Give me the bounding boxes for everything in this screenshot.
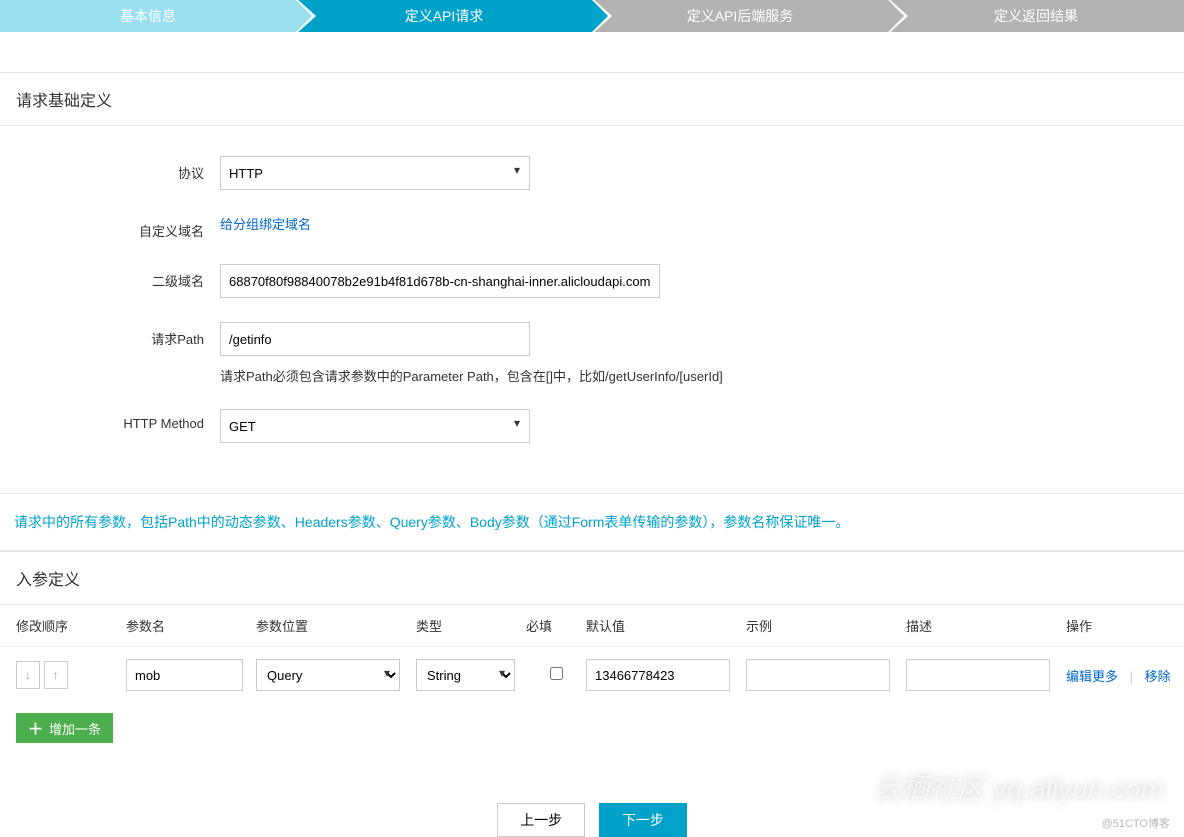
col-position: 参数位置 — [256, 616, 416, 635]
plus-icon: ＋ — [28, 718, 43, 739]
col-name: 参数名 — [126, 616, 256, 635]
watermark-main: 云栖社区 yq.aliyun.com — [873, 767, 1164, 807]
step-label: 基本信息 — [0, 0, 296, 32]
bind-domain-link[interactable]: 给分组绑定域名 — [220, 217, 311, 232]
param-type-select[interactable]: String — [416, 659, 515, 691]
sub-domain-label: 二级域名 — [0, 264, 220, 290]
param-position-select[interactable]: Query — [256, 659, 400, 691]
section-params: 入参定义 — [0, 551, 1184, 605]
param-default-input[interactable] — [586, 659, 730, 691]
move-up-button[interactable]: ↑ — [44, 661, 68, 689]
remove-link[interactable]: 移除 — [1145, 669, 1171, 684]
col-example: 示例 — [746, 616, 906, 635]
col-description: 描述 — [906, 616, 1066, 635]
request-path-hint: 请求Path必须包含请求参数中的Parameter Path，包含在[]中，比如… — [220, 366, 1184, 385]
step-basic-info[interactable]: 基本信息 — [0, 0, 296, 32]
http-method-select[interactable]: GET — [220, 409, 530, 443]
next-step-button[interactable]: 下一步 — [599, 803, 687, 837]
col-action: 操作 — [1066, 616, 1184, 635]
col-type: 类型 — [416, 616, 526, 635]
step-label: 定义API请求 — [296, 0, 592, 32]
step-define-request[interactable]: 定义API请求 — [296, 0, 592, 32]
step-label: 定义API后端服务 — [592, 0, 888, 32]
param-info-banner: 请求中的所有参数，包括Path中的动态参数、Headers参数、Query参数、… — [0, 493, 1184, 551]
add-param-label: 增加一条 — [49, 719, 101, 738]
footer-buttons: 上一步 下一步 — [0, 803, 1184, 837]
request-basic-form: 协议 HTTP 自定义域名 给分组绑定域名 二级域名 请求Path 请求Path… — [0, 126, 1184, 473]
param-example-input[interactable] — [746, 659, 890, 691]
col-order: 修改顺序 — [16, 616, 126, 635]
action-separator: | — [1130, 669, 1133, 684]
param-required-checkbox[interactable] — [550, 667, 563, 680]
wizard-steps: 基本信息 定义API请求 定义API后端服务 定义返回结果 — [0, 0, 1184, 32]
param-name-input[interactable] — [126, 659, 243, 691]
param-description-input[interactable] — [906, 659, 1050, 691]
step-label: 定义返回结果 — [888, 0, 1184, 32]
sub-domain-input[interactable] — [220, 264, 660, 298]
http-method-label: HTTP Method — [0, 409, 220, 431]
param-table-header: 修改顺序 参数名 参数位置 类型 必填 默认值 示例 描述 操作 — [0, 605, 1184, 647]
protocol-select[interactable]: HTTP — [220, 156, 530, 190]
param-row: ↓ ↑ Query String 编辑更多 | 移除 — [0, 647, 1184, 703]
add-param-button[interactable]: ＋ 增加一条 — [16, 713, 113, 743]
prev-step-button[interactable]: 上一步 — [497, 803, 585, 837]
move-down-button[interactable]: ↓ — [16, 661, 40, 689]
request-path-label: 请求Path — [0, 322, 220, 348]
request-path-input[interactable] — [220, 322, 530, 356]
protocol-label: 协议 — [0, 156, 220, 182]
step-define-backend[interactable]: 定义API后端服务 — [592, 0, 888, 32]
step-define-response[interactable]: 定义返回结果 — [888, 0, 1184, 32]
col-default: 默认值 — [586, 616, 746, 635]
custom-domain-label: 自定义域名 — [0, 214, 220, 240]
section-request-basic: 请求基础定义 — [0, 72, 1184, 126]
edit-more-link[interactable]: 编辑更多 — [1066, 669, 1118, 684]
col-required: 必填 — [526, 616, 586, 635]
